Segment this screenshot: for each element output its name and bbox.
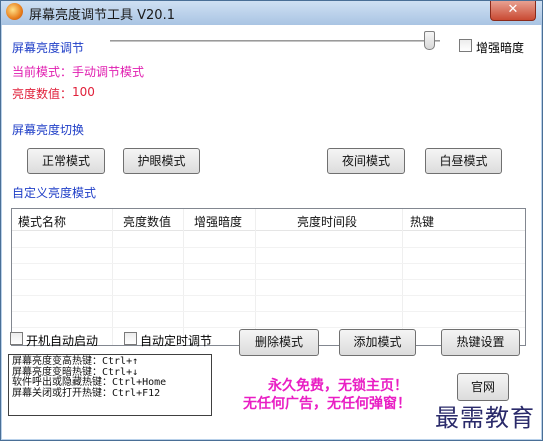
enhance-dark-checkbox[interactable] xyxy=(459,39,472,52)
column-mode-name[interactable]: 模式名称 xyxy=(18,213,66,230)
column-hotkey[interactable]: 热键 xyxy=(410,213,434,230)
hotkey-info-box: 屏幕亮度变高热键：Ctrl+↑ 屏幕亮度变暗热键：Ctrl+↓ 软件呼出或隐藏热… xyxy=(8,354,212,416)
website-button[interactable]: 官网 xyxy=(457,373,509,401)
current-mode-prefix: 当前模式： xyxy=(12,65,73,79)
auto-timer-label: 自动定时调节 xyxy=(140,334,213,348)
watermark-text: 最需教育 xyxy=(435,404,535,432)
switch-section-label: 屏幕亮度切换 xyxy=(12,123,85,137)
hotkey-line: 屏幕关闭或打开热键：Ctrl+F12 xyxy=(12,387,161,399)
column-brightness-value[interactable]: 亮度数值 xyxy=(123,213,171,230)
column-time-range[interactable]: 亮度时间段 xyxy=(297,213,357,230)
column-divider xyxy=(183,209,184,345)
row-gridline xyxy=(12,311,525,312)
hotkey-line: 软件呼出或隐藏热键：Ctrl+Home xyxy=(12,377,167,388)
autostart-label: 开机自动启动 xyxy=(26,334,99,348)
brightness-value-prefix: 亮度数值： xyxy=(12,87,73,101)
current-mode-value: 手动调节模式 xyxy=(72,65,145,79)
row-gridline xyxy=(12,327,525,328)
row-gridline xyxy=(12,263,525,264)
column-divider xyxy=(255,209,256,345)
autostart-checkbox[interactable] xyxy=(10,332,23,345)
main-panel: 屏幕亮度调节 增强暗度 当前模式： 手动调节模式 亮度数值： 100 屏幕亮度切… xyxy=(2,25,541,439)
app-icon xyxy=(6,3,23,20)
table-header: 模式名称 亮度数值 增强暗度 亮度时间段 热键 xyxy=(12,209,525,231)
brightness-value: 100 xyxy=(72,85,95,99)
normal-mode-button[interactable]: 正常模式 xyxy=(27,148,105,174)
app-window: 屏幕亮度调节工具 V20.1 ✕ 屏幕亮度调节 增强暗度 当前模式： 手动调节模… xyxy=(0,0,543,441)
daylight-mode-button[interactable]: 白昼模式 xyxy=(425,148,502,174)
hotkey-line: 屏幕亮度变高热键：Ctrl+↑ xyxy=(12,356,139,367)
custom-modes-table[interactable]: 模式名称 亮度数值 增强暗度 亮度时间段 热键 xyxy=(11,208,526,346)
row-gridline xyxy=(12,295,525,296)
window-title: 屏幕亮度调节工具 V20.1 xyxy=(29,8,175,23)
brightness-slider-thumb[interactable] xyxy=(424,31,435,50)
custom-section-label: 自定义亮度模式 xyxy=(12,186,97,200)
night-mode-button[interactable]: 夜间模式 xyxy=(327,148,405,174)
delete-mode-button[interactable]: 删除模式 xyxy=(239,329,319,356)
brightness-slider-track[interactable] xyxy=(110,40,440,42)
row-gridline xyxy=(12,247,525,248)
auto-timer-checkbox[interactable] xyxy=(124,332,137,345)
column-divider xyxy=(402,209,403,345)
column-divider xyxy=(112,209,113,345)
enhance-dark-label: 增强暗度 xyxy=(476,41,525,55)
brightness-label: 屏幕亮度调节 xyxy=(12,41,85,55)
hotkey-settings-button[interactable]: 热键设置 xyxy=(441,329,520,356)
title-bar[interactable]: 屏幕亮度调节工具 V20.1 ✕ xyxy=(1,1,542,25)
promo-line-1: 永久免费，无锁主页！ xyxy=(268,378,408,394)
row-gridline xyxy=(12,279,525,280)
add-mode-button[interactable]: 添加模式 xyxy=(339,329,416,356)
close-button[interactable]: ✕ xyxy=(490,1,536,21)
column-enhance-dark[interactable]: 增强暗度 xyxy=(194,213,242,230)
eye-care-mode-button[interactable]: 护眼模式 xyxy=(123,148,200,174)
promo-line-2: 无任何广告，无任何弹窗！ xyxy=(243,396,411,412)
